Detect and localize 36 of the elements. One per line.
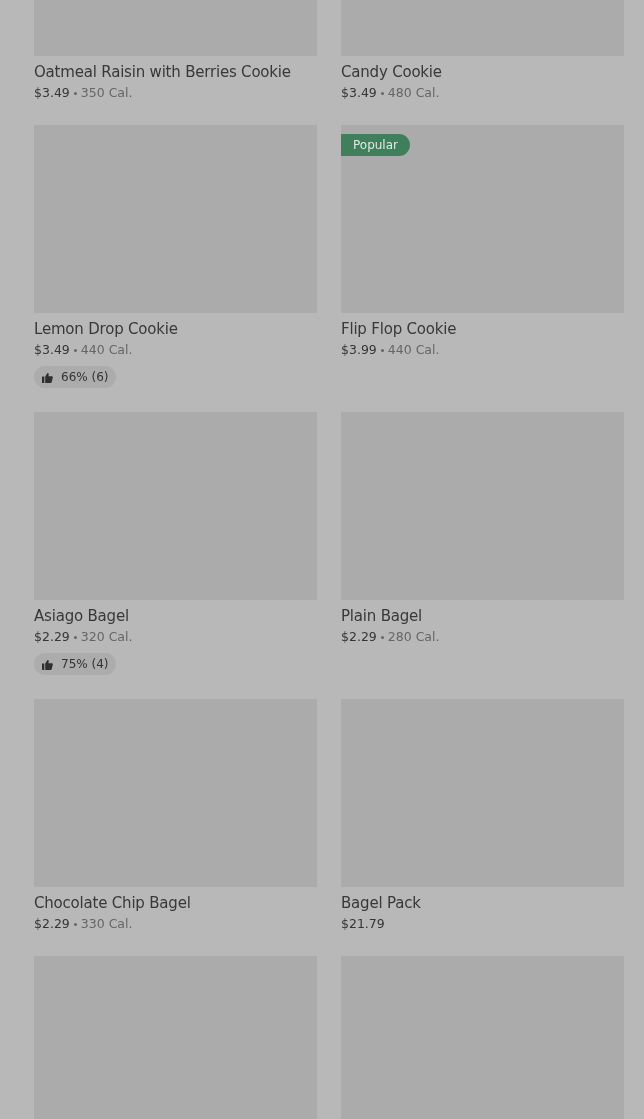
item-calories: 280 Cal. [387, 629, 440, 645]
item-price: $3.99 [341, 342, 377, 358]
thumbs-up-icon [42, 658, 53, 670]
item-name[interactable]: Lemon Drop Cookie [34, 319, 178, 339]
thumbs-up-icon [42, 371, 53, 383]
separator-dot [380, 635, 384, 639]
item-price: $2.29 [34, 916, 70, 932]
item-price: $3.49 [341, 85, 377, 101]
image-placeholder[interactable]: Popular [341, 125, 624, 313]
item-name[interactable]: Plain Bagel [341, 606, 423, 626]
rating-pill: 75% (4) [34, 653, 117, 675]
separator-dot [380, 91, 384, 95]
rating-pill: 66% (6) [34, 366, 117, 388]
item-calories: 440 Cal. [387, 342, 440, 358]
item-name[interactable]: Bagel Pack [341, 893, 421, 913]
item-calories: 350 Cal. [80, 85, 133, 101]
item-price: $2.29 [34, 629, 70, 645]
item-name[interactable]: Candy Cookie [341, 62, 442, 82]
item-name[interactable]: Oatmeal Raisin with Berries Cookie [34, 62, 291, 82]
item-calories: 480 Cal. [387, 85, 440, 101]
item-price: $2.29 [341, 629, 377, 645]
separator-dot [380, 348, 384, 352]
separator-dot [73, 922, 77, 926]
item-calories: 330 Cal. [80, 916, 133, 932]
item-price: $3.49 [34, 85, 70, 101]
item-price: $21.79 [341, 916, 385, 932]
item-price: $3.49 [34, 342, 70, 358]
separator-dot [73, 635, 77, 639]
item-calories: 320 Cal. [80, 629, 133, 645]
separator-dot [73, 91, 77, 95]
item-name[interactable]: Chocolate Chip Bagel [34, 893, 191, 913]
separator-dot [73, 348, 77, 352]
item-name[interactable]: Asiago Bagel [34, 606, 129, 626]
item-calories: 440 Cal. [80, 342, 133, 358]
item-name[interactable]: Flip Flop Cookie [341, 319, 457, 339]
popular-badge: Popular [341, 134, 410, 156]
